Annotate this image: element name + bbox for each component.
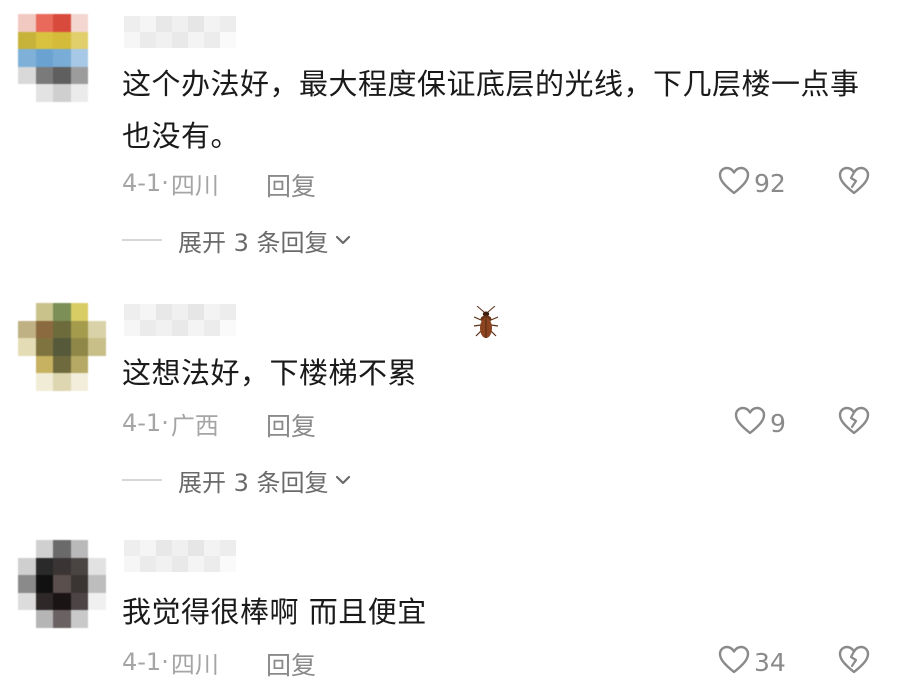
like-button[interactable]: 34 xyxy=(718,644,786,680)
reply-button[interactable]: 回复 xyxy=(266,646,316,682)
avatar[interactable] xyxy=(18,540,106,628)
broken-heart-icon xyxy=(838,645,870,679)
dislike-button[interactable] xyxy=(834,644,874,680)
username-redacted[interactable] xyxy=(124,540,236,572)
comment-date: 4-1· xyxy=(122,648,169,676)
comment-text: 我觉得很棒啊 而且便宜 xyxy=(122,595,427,629)
comment-item: 我觉得很棒啊 而且便宜 4-1· 四川 回复 34 xyxy=(0,0,904,698)
heart-outline-icon xyxy=(718,645,750,679)
comment-location: 四川 xyxy=(170,650,219,679)
like-count: 34 xyxy=(754,647,786,677)
comment-meta: 4-1· 四川 xyxy=(122,644,219,680)
